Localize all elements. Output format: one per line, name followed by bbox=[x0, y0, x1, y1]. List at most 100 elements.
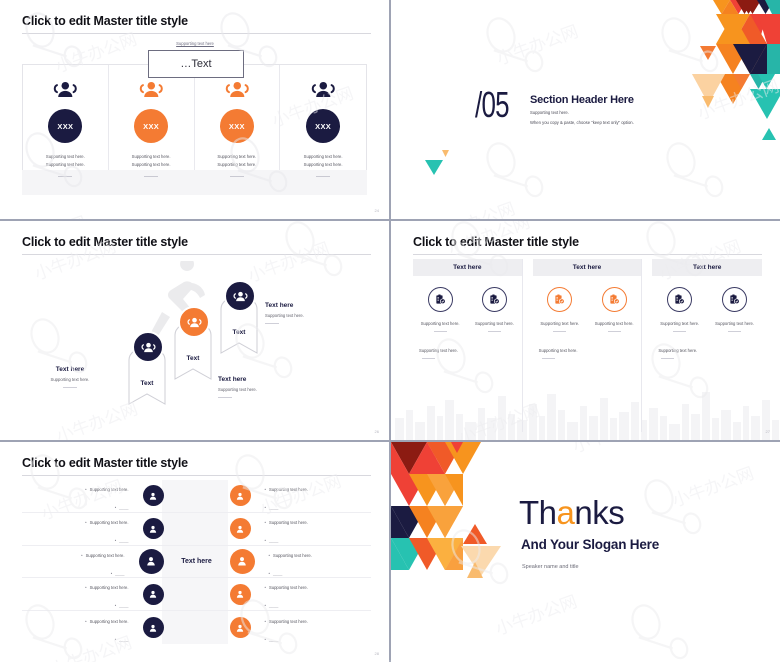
supporting-line-2: Supporting text here. bbox=[217, 161, 257, 167]
column-item[interactable]: Supporting text here. bbox=[533, 287, 587, 332]
person-badge-icon bbox=[229, 583, 251, 605]
row-left-line-2: ____ bbox=[119, 504, 129, 510]
secondary-caption: Supporting text here. bbox=[658, 348, 698, 353]
divider bbox=[58, 175, 73, 177]
column-1[interactable]: Text here Supporting text here. Supporti… bbox=[413, 259, 523, 432]
table-row[interactable]: • Supporting text here. • ____ • Supporting… bbox=[22, 513, 371, 546]
row-right-text: • Supporting text here. • ____ bbox=[264, 519, 308, 543]
column-item[interactable]: Supporting text here. bbox=[587, 287, 641, 332]
center-label: Text here bbox=[181, 557, 212, 565]
step-caption-2: Text here Supporting text here. bbox=[218, 376, 318, 398]
column-4[interactable]: XXX Supporting text here. Supporting tex… bbox=[280, 65, 366, 194]
column-item[interactable]: Supporting text here. bbox=[707, 287, 762, 332]
item-caption: Supporting text here. bbox=[475, 321, 514, 326]
page-title: Click to edit Master title style bbox=[22, 14, 188, 28]
item-caption: Supporting text here. bbox=[420, 321, 460, 326]
step-banner-label-2: Text bbox=[186, 355, 200, 362]
slide-thumbnail-2[interactable]: /05 Section Header Here Supporting text … bbox=[391, 0, 780, 219]
divider bbox=[433, 331, 447, 332]
column-grid: Text here Supporting text here. Supporti… bbox=[413, 259, 762, 432]
row-left-line-2: ____ bbox=[115, 570, 125, 576]
row-left-text: • Supporting text here. • ____ bbox=[85, 486, 129, 510]
column-header-1: Text here bbox=[413, 259, 522, 276]
column-1[interactable]: XXX Supporting text here. Supporting tex… bbox=[23, 65, 109, 194]
supporting-line-2: Supporting text here. bbox=[45, 161, 85, 167]
step-caption-sub-1: Supporting text here. bbox=[50, 377, 90, 382]
clipboard-check-icon bbox=[481, 287, 507, 312]
secondary-caption: Supporting text here. bbox=[419, 348, 458, 353]
column-item[interactable]: Supporting text here. bbox=[413, 287, 467, 332]
slide-thumbnail-5[interactable]: Click to edit Master title style • Suppor… bbox=[0, 442, 389, 662]
clipboard-check-icon bbox=[547, 287, 573, 312]
item-caption: Supporting text here. bbox=[660, 321, 700, 326]
clipboard-check-icon bbox=[427, 287, 453, 312]
row-right-text: • Supporting text here. • ____ bbox=[264, 585, 308, 609]
slide-deck: Click to edit Master title style Support… bbox=[0, 0, 780, 662]
step-banner-label-3: Text bbox=[232, 329, 246, 336]
table-row[interactable]: • Supporting text here. • ____ • Supporting… bbox=[22, 480, 371, 513]
row-left-line-1: Supporting text here. bbox=[85, 552, 125, 558]
step-caption-1: Text here Supporting text here. bbox=[22, 366, 118, 388]
people-icon bbox=[225, 81, 249, 98]
callout-textbox[interactable]: …Text bbox=[148, 50, 244, 78]
row-right-line-2: ____ bbox=[268, 504, 279, 510]
speaker-text: Speaker name and title bbox=[522, 564, 579, 570]
column-secondary: Supporting text here. bbox=[652, 348, 762, 359]
page-title: Click to edit Master title style bbox=[22, 456, 188, 470]
column-2[interactable]: XXX Supporting text here. Supporting tex… bbox=[109, 65, 195, 194]
slide-thumbnail-4[interactable]: Click to edit Master title style Text he… bbox=[391, 221, 780, 440]
column-grid: XXX Supporting text here. Supporting tex… bbox=[22, 64, 367, 195]
person-badge-icon bbox=[229, 617, 251, 639]
divider bbox=[218, 397, 232, 398]
row-right-line-1: Supporting text here. bbox=[268, 486, 308, 492]
thanks-part-1: Th bbox=[519, 494, 557, 531]
row-right-line-1: Supporting text here. bbox=[268, 519, 308, 525]
divider bbox=[541, 358, 555, 359]
clipboard-check-icon bbox=[667, 287, 693, 312]
column-header-2: Text here bbox=[532, 259, 642, 276]
table-row[interactable]: • Supporting text here. • ____ Text here •… bbox=[22, 546, 371, 579]
slide-thumbnail-6[interactable]: Thanks And Your Slogan Here Speaker name… bbox=[391, 442, 780, 662]
row-left-text: • Supporting text here. • ____ bbox=[85, 618, 129, 642]
row-left-line-1: Supporting text here. bbox=[89, 618, 129, 624]
section-header: Section Header Here bbox=[530, 94, 634, 106]
column-item[interactable]: Supporting text here. bbox=[652, 287, 707, 332]
row-left-line-2: ____ bbox=[119, 636, 129, 642]
column-3[interactable]: XXX Supporting text here. Supporting tex… bbox=[195, 65, 281, 194]
row-left-line-1: Supporting text here. bbox=[89, 519, 129, 525]
divider bbox=[63, 387, 77, 388]
person-badge-icon bbox=[229, 548, 255, 574]
table-row[interactable]: • Supporting text here. • ____ • Supporting… bbox=[22, 611, 371, 644]
item-caption: Supporting text here. bbox=[715, 321, 755, 326]
row-right-line-2: ____ bbox=[268, 537, 279, 543]
step-caption-title-2: Text here bbox=[218, 376, 247, 383]
column-item[interactable]: Supporting text here. bbox=[467, 287, 521, 332]
section-sub-2: When you copy & paste, choose "keep text… bbox=[530, 120, 634, 125]
row-right-line-2: ____ bbox=[268, 636, 279, 642]
divider bbox=[673, 331, 687, 332]
title-rule bbox=[22, 475, 371, 476]
divider bbox=[265, 323, 279, 324]
triangle-pattern-topright bbox=[692, 0, 780, 140]
slogan-text: And Your Slogan Here bbox=[521, 537, 660, 552]
people-icon bbox=[132, 331, 164, 363]
divider bbox=[229, 175, 244, 177]
row-left-text: • Supporting text here. • ____ bbox=[85, 519, 129, 543]
row-left-line-1: Supporting text here. bbox=[89, 486, 129, 492]
column-2[interactable]: Text here Supporting text here. Supporti… bbox=[532, 259, 643, 432]
slide-number: 24 bbox=[374, 208, 379, 213]
table-row[interactable]: • Supporting text here. • ____ • Supporting… bbox=[22, 578, 371, 612]
badge-circle: XXX bbox=[219, 109, 254, 143]
slide-thumbnail-1[interactable]: Click to edit Master title style Support… bbox=[0, 0, 389, 219]
step-banner-label-1: Text bbox=[140, 380, 154, 387]
supporting-line-1: Supporting text here. bbox=[217, 154, 257, 159]
divider bbox=[728, 331, 742, 332]
column-3[interactable]: Text here Supporting text here. Supporti… bbox=[652, 259, 762, 432]
supporting-text: Supporting text here. Supporting text he… bbox=[217, 153, 256, 169]
slide-thumbnail-3[interactable]: Click to edit Master title style Text Te… bbox=[0, 221, 389, 440]
column-secondary: Supporting text here. bbox=[413, 348, 522, 359]
row-list: • Supporting text here. • ____ • Supporting… bbox=[22, 480, 371, 644]
people-icon bbox=[178, 306, 210, 338]
slide-number: 28 bbox=[374, 651, 379, 656]
thanks-highlight: a bbox=[556, 494, 575, 531]
